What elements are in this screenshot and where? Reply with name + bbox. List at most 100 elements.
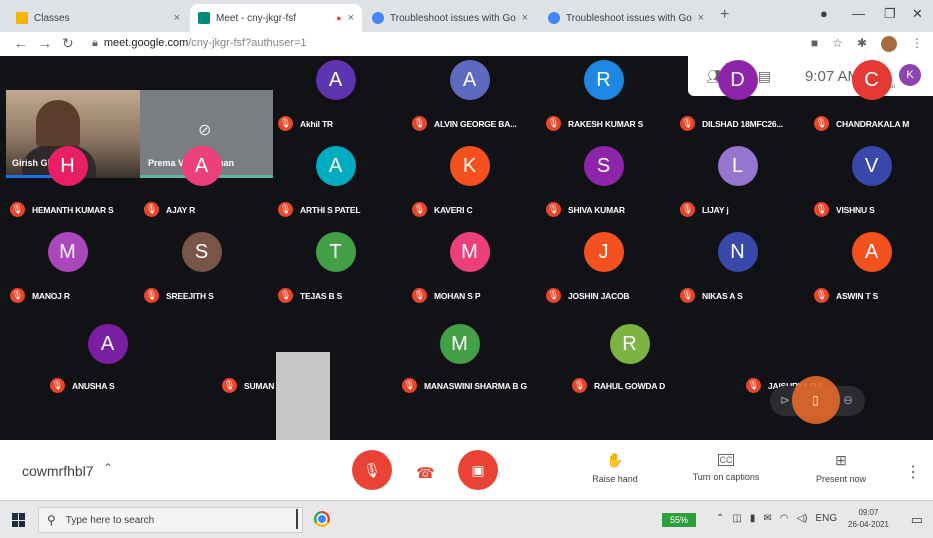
back-icon[interactable]: ← <box>14 35 28 51</box>
participant-name: JOSHIN JACOB <box>568 290 630 301</box>
tab-troubleshoot-1[interactable]: Troubleshoot issues with Google × <box>364 4 536 32</box>
participant-name-row: 🎙︎ ANUSHA S <box>50 378 115 393</box>
notifications-icon[interactable]: ▭ <box>911 512 923 528</box>
participant-tile[interactable]: R 🎙︎ RAKESH KUMAR S <box>536 56 671 142</box>
participant-avatar: A <box>449 60 490 100</box>
profile-avatar-icon[interactable] <box>881 36 897 52</box>
wifi-icon[interactable]: ◠ <box>780 513 789 524</box>
new-tab-button[interactable]: + <box>720 6 729 24</box>
captions-button[interactable]: CC Turn on captions <box>671 452 781 482</box>
tab-troubleshoot-2[interactable]: Troubleshoot issues with Google × <box>540 4 712 32</box>
tab-close-icon[interactable]: × <box>698 12 704 24</box>
mute-participant-icon[interactable]: ▯ <box>812 393 819 407</box>
tray-chevron-icon[interactable]: ⌃ <box>716 513 724 524</box>
participant-name-row: 🎙︎ TEJAS B S <box>278 288 342 303</box>
tab-close-icon[interactable]: × <box>348 12 354 24</box>
battery-indicator[interactable]: 55% <box>662 513 696 527</box>
mic-muted-icon: 🎙︎ <box>572 378 587 393</box>
minimize-button[interactable]: — <box>852 6 865 21</box>
taskbar-search-box[interactable]: ⚲ Type here to search <box>38 507 303 533</box>
participant-name-row: 🎙︎ HEMANTH KUMAR S <box>10 202 114 217</box>
extensions-icon[interactable]: ✱ <box>857 36 867 52</box>
mic-muted-icon: 🎙︎ <box>412 116 427 131</box>
participant-tile[interactable]: D 🎙︎ DILSHAD 18MFC26... <box>670 56 805 142</box>
participant-name: VISHNU S <box>836 204 875 215</box>
close-window-button[interactable]: ✕ <box>912 6 923 22</box>
present-now-label: Present now <box>815 474 867 484</box>
windows-start-icon[interactable] <box>12 513 26 527</box>
hang-up-button[interactable]: ☎︎ <box>416 464 435 482</box>
participant-name: Akhil TR <box>300 118 333 129</box>
mic-muted-icon: 🎙︎ <box>278 288 293 303</box>
chrome-menu-icon[interactable]: ⋮ <box>911 36 923 52</box>
participant-tile[interactable]: N 🎙︎ NIKAS A S <box>670 228 805 314</box>
reload-icon[interactable]: ↻ <box>62 35 74 52</box>
more-options-icon[interactable]: ⋮ <box>905 462 921 482</box>
mic-muted-icon: 🎙︎ <box>746 378 761 393</box>
participant-name: SHIVA KUMAR <box>568 204 625 215</box>
participant-name: ARTHI S PATEL <box>300 204 361 215</box>
address-bar[interactable]: 🔒︎ meet.google.com/cny-jkgr-fsf?authuser=… <box>92 37 307 50</box>
meeting-code[interactable]: cowmrfhbl7 <box>22 463 94 479</box>
tab-close-icon[interactable]: × <box>174 12 180 24</box>
participant-tile[interactable]: M 🎙︎ MANASWINI SHARMA B G <box>392 318 527 404</box>
participant-tile[interactable]: A 🎙︎ AJAY R <box>134 142 269 228</box>
participant-tile[interactable]: A 🎙︎ ALVIN GEORGE BA... <box>402 56 537 142</box>
participant-tile[interactable]: S 🎙︎ SREEJITH S <box>134 228 269 314</box>
participant-tile[interactable]: S 🎙︎ SHIVA KUMAR <box>536 142 671 228</box>
participant-tile[interactable]: J 🎙︎ JOSHIN JACOB <box>536 228 671 314</box>
participant-tile[interactable]: A 🎙︎ ASWIN T S <box>804 228 933 314</box>
chrome-taskbar-icon[interactable] <box>314 511 330 527</box>
lock-icon: 🔒︎ <box>92 37 98 49</box>
maximize-button[interactable]: ❐ <box>884 6 896 22</box>
mic-off-button[interactable]: 🎙︎ <box>352 450 392 490</box>
camera-off-button[interactable]: ▣ <box>458 450 498 490</box>
tab-classes[interactable]: Classes × <box>8 4 188 32</box>
present-now-button[interactable]: ⊞ Present now <box>786 452 896 484</box>
video-tile-suman[interactable] <box>276 352 330 440</box>
forward-icon[interactable]: → <box>38 35 52 51</box>
mail-icon[interactable]: ✉ <box>763 513 771 524</box>
participant-tile[interactable]: M 🎙︎ MANOJ R <box>0 228 135 314</box>
participant-tile[interactable]: M 🎙︎ MOHAN S P <box>402 228 537 314</box>
participant-avatar: R <box>609 324 650 364</box>
usb-icon[interactable]: ▮ <box>750 513 756 524</box>
participant-name: AJAY R <box>166 204 196 215</box>
participant-tile[interactable]: T 🎙︎ TEJAS B S <box>268 228 403 314</box>
participant-name: MANASWINI SHARMA B G <box>424 380 527 391</box>
participant-tile[interactable]: C 🎙︎ CHANDRAKALA M <box>804 56 933 142</box>
pin-icon[interactable]: ⊳ <box>780 393 790 407</box>
network-icon[interactable]: ◫ <box>732 513 741 524</box>
participant-avatar: V <box>851 146 892 186</box>
camera-status-icon[interactable]: ■ <box>811 36 818 52</box>
tab-search-icon[interactable]: ● <box>820 6 828 21</box>
remove-icon[interactable]: ⊖ <box>843 393 853 407</box>
participant-tile[interactable]: K 🎙︎ KAVERI C <box>402 142 537 228</box>
taskbar-clock[interactable]: 09:07 26-04-2021 <box>848 507 889 531</box>
participant-name-row: 🎙︎ LIJAY j <box>680 202 729 217</box>
volume-icon[interactable]: ◁) <box>796 513 807 524</box>
mic-muted-icon: 🎙︎ <box>222 378 237 393</box>
tab-close-icon[interactable]: × <box>522 12 528 24</box>
participant-name: TEJAS B S <box>300 290 343 301</box>
bookmark-star-icon[interactable]: ☆ <box>832 36 843 52</box>
participant-tile[interactable]: L 🎙︎ LIJAY j <box>670 142 805 228</box>
participant-name-row: 🎙︎ ALVIN GEORGE BA... <box>412 116 517 131</box>
participant-name: MOHAN S P <box>434 290 481 301</box>
language-indicator[interactable]: ENG <box>816 513 838 524</box>
raise-hand-button[interactable]: ✋ Raise hand <box>560 452 670 484</box>
participant-tile[interactable]: H 🎙︎ HEMANTH KUMAR S <box>0 142 135 228</box>
participant-avatar: T <box>315 232 356 272</box>
participant-tile[interactable]: R 🎙︎ RAHUL GOWDA D <box>562 318 697 404</box>
participant-tile[interactable]: A 🎙︎ Akhil TR <box>268 56 403 142</box>
chevron-up-icon[interactable]: ⌃ <box>103 461 113 475</box>
google-favicon-icon <box>548 12 560 24</box>
participant-tile[interactable]: A 🎙︎ ANUSHA S <box>40 318 175 404</box>
participant-tile[interactable]: A 🎙︎ ARTHI S PATEL <box>268 142 403 228</box>
mic-muted-icon: 🎙︎ <box>144 202 159 217</box>
participant-name-row: 🎙︎ SHIVA KUMAR <box>546 202 625 217</box>
mic-muted-icon: 🎙︎ <box>144 288 159 303</box>
participant-tile[interactable]: V 🎙︎ VISHNU S <box>804 142 933 228</box>
tab-title: Meet - cny-jkgr-fsf <box>216 12 297 24</box>
tab-meet[interactable]: Meet - cny-jkgr-fsf ● × <box>190 4 362 32</box>
